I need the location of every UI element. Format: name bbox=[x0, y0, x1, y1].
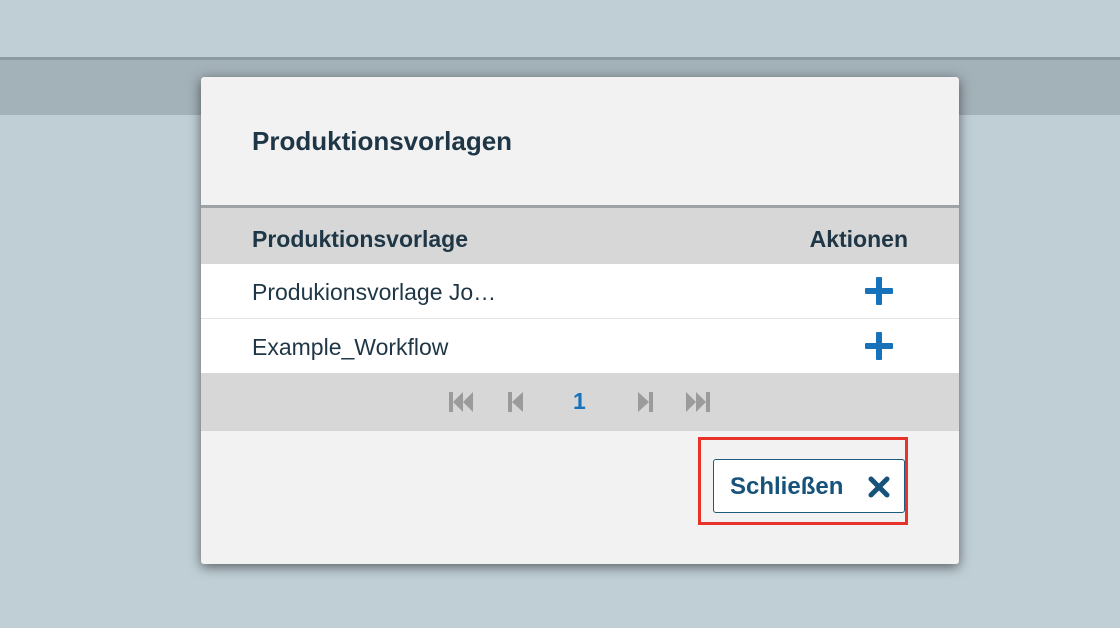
last-page-icon[interactable] bbox=[686, 392, 712, 412]
template-name: Example_Workflow bbox=[252, 334, 449, 360]
first-page-icon[interactable] bbox=[449, 392, 475, 412]
close-icon bbox=[868, 476, 890, 498]
production-templates-dialog: Produktionsvorlagen Produktionsvorlage A… bbox=[201, 77, 959, 564]
dialog-title: Produktionsvorlagen bbox=[252, 126, 513, 156]
template-name: Produkionsvorlage Jo… bbox=[252, 279, 497, 305]
table-header: Produktionsvorlage Aktionen bbox=[201, 208, 959, 264]
plus-icon[interactable] bbox=[865, 277, 893, 305]
next-page-icon[interactable] bbox=[637, 392, 653, 412]
highlight-frame: Schließen bbox=[698, 437, 908, 525]
current-page-number[interactable]: 1 bbox=[573, 388, 586, 415]
column-header-actions: Aktionen bbox=[809, 226, 908, 252]
column-header-template: Produktionsvorlage bbox=[252, 226, 468, 252]
prev-page-icon[interactable] bbox=[508, 392, 524, 412]
table-row: Produkionsvorlage Jo… bbox=[201, 264, 959, 319]
close-button[interactable]: Schließen bbox=[713, 459, 905, 513]
close-button-label: Schließen bbox=[730, 473, 844, 500]
pagination-bar: 1 bbox=[201, 373, 959, 431]
plus-icon[interactable] bbox=[865, 332, 893, 360]
table-row: Example_Workflow bbox=[201, 319, 959, 373]
